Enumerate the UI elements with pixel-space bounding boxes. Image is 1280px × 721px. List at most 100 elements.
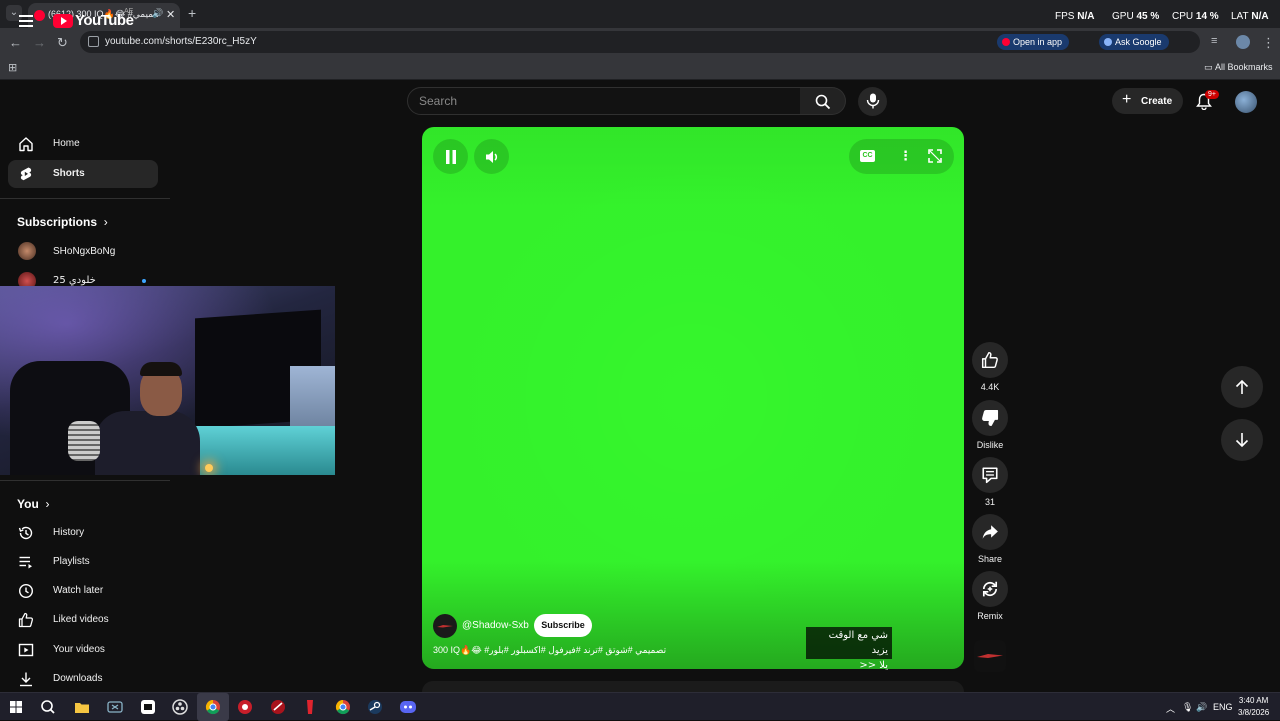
like-icon <box>18 612 34 628</box>
share-label: Share <box>977 554 1003 564</box>
game-launcher-icon[interactable] <box>235 697 255 717</box>
pause-icon <box>446 150 456 164</box>
valorant-icon[interactable] <box>268 697 288 717</box>
more-options-icon[interactable]: ⋮ <box>899 148 912 164</box>
subscription-item-name[interactable]: SHoNgxBoNg <box>53 246 115 257</box>
reading-list-icon[interactable]: ≡ <box>1211 35 1217 47</box>
live-indicator-dot <box>142 279 146 283</box>
like-button[interactable] <box>972 342 1008 378</box>
dislike-label: Dislike <box>976 440 1004 450</box>
shorts-video-player[interactable]: CC ⋮ <box>422 127 964 669</box>
short-channel-avatar[interactable] <box>433 614 457 638</box>
chrome-menu-icon[interactable]: ⋮ <box>1262 35 1275 51</box>
webcam-overlay <box>0 286 335 475</box>
remix-label: Remix <box>977 611 1003 621</box>
pause-button[interactable] <box>433 139 468 174</box>
youtube-app-icon <box>1002 38 1010 46</box>
sidebar-item-your-videos[interactable]: Your videos <box>8 636 158 664</box>
show-hidden-icons-chevron[interactable]: ︿ <box>1166 702 1175 715</box>
profile-avatar-icon[interactable] <box>1236 35 1250 49</box>
thumbs-down-icon <box>982 409 999 427</box>
tab-close-icon[interactable]: ✕ <box>166 8 175 21</box>
arrow-down-icon <box>1235 433 1249 448</box>
obs-icon[interactable] <box>170 697 190 717</box>
perf-gpu: GPU 45 % <box>1112 11 1160 22</box>
open-in-app-button[interactable]: Open in app <box>997 34 1070 50</box>
sidebar-item-liked-videos[interactable]: Liked videos <box>8 606 158 634</box>
ask-google-button[interactable]: Ask Google <box>1099 34 1169 50</box>
search-button[interactable] <box>800 87 846 115</box>
omnibox[interactable]: youtube.com/shorts/E230rc_H5zY Open in a… <box>80 31 1200 53</box>
discord-icon[interactable] <box>398 697 418 717</box>
all-bookmarks-button[interactable]: ▭ All Bookmarks <box>1204 62 1273 73</box>
dislike-button[interactable] <box>972 400 1008 436</box>
sidebar-item-downloads[interactable]: Downloads <box>8 665 158 693</box>
file-explorer-icon[interactable] <box>72 697 92 717</box>
account-avatar[interactable] <box>1235 91 1257 113</box>
next-short-preview <box>422 681 964 692</box>
share-button[interactable] <box>972 514 1008 550</box>
player-top-right-controls: CC ⋮ <box>849 139 954 174</box>
reload-icon[interactable]: ↻ <box>57 35 68 51</box>
short-title[interactable]: 300 IQ🔥😂 #تصميمي #شوتق #ترند #فيرفول #اك… <box>433 645 666 656</box>
youtube-play-logo-icon <box>53 14 73 28</box>
search-box[interactable] <box>407 87 801 115</box>
shorts-icon <box>20 167 32 181</box>
google-lens-icon <box>1104 38 1112 46</box>
taskbar-clock[interactable]: 3:40 AM 3/8/2026 <box>1238 695 1269 719</box>
perf-lat: LAT N/A <box>1231 11 1269 22</box>
player-gradient-overlay <box>422 127 964 669</box>
speaker-tray-icon[interactable]: 🔊 <box>1196 702 1207 713</box>
chrome-icon[interactable] <box>203 697 223 717</box>
url-text[interactable]: youtube.com/shorts/E230rc_H5zY <box>105 36 257 47</box>
you-heading[interactable]: You › <box>17 497 49 511</box>
mute-button[interactable] <box>474 139 509 174</box>
menu-hamburger-icon[interactable] <box>19 15 33 27</box>
apps-grid-icon[interactable]: ⊞ <box>8 61 17 74</box>
download-icon <box>20 672 32 687</box>
sidebar-item-playlists[interactable]: Playlists <box>8 548 158 576</box>
windows-start-icon[interactable] <box>6 697 26 717</box>
sound-thumbnail[interactable] <box>974 640 1006 672</box>
input-language[interactable]: ENG <box>1213 702 1233 712</box>
riot-client-icon[interactable] <box>300 697 320 717</box>
arrow-up-icon <box>1235 379 1249 394</box>
create-button[interactable]: + Create <box>1112 88 1183 114</box>
search-icon[interactable] <box>38 697 58 717</box>
subscriptions-heading[interactable]: Subscriptions › <box>17 215 108 229</box>
channel-avatar[interactable] <box>18 242 36 260</box>
comments-button[interactable] <box>972 457 1008 493</box>
bookmarks-bar: ⊞ ▭ All Bookmarks <box>0 56 1280 80</box>
sidebar-item-history[interactable]: History <box>8 519 158 547</box>
xbox-app-icon[interactable] <box>105 697 125 717</box>
site-info-icon[interactable] <box>88 36 99 47</box>
thumbs-up-icon <box>981 351 998 369</box>
voice-search-button[interactable] <box>858 87 887 116</box>
sidebar-divider <box>0 480 170 481</box>
back-arrow-icon[interactable]: ← <box>9 35 22 50</box>
remix-button[interactable] <box>972 571 1008 607</box>
history-icon <box>18 526 33 540</box>
steam-icon[interactable] <box>365 697 385 717</box>
your-videos-icon <box>18 643 34 657</box>
sidebar-item-shorts[interactable]: Shorts <box>8 160 158 188</box>
search-input[interactable] <box>419 94 779 108</box>
home-icon <box>19 137 33 152</box>
subscribe-button[interactable]: Subscribe <box>534 614 592 637</box>
new-tab-button[interactable]: + <box>188 5 196 21</box>
fullscreen-icon[interactable] <box>928 149 942 163</box>
comment-icon <box>982 467 998 484</box>
chrome-profile-icon[interactable] <box>333 697 353 717</box>
short-channel-name[interactable]: @Shadow-Sxb <box>462 620 529 631</box>
speaker-icon[interactable]: 🔊 <box>152 8 163 19</box>
forward-arrow-icon[interactable]: → <box>33 35 46 50</box>
microphone-tray-icon[interactable]: 🎙 <box>1182 702 1193 713</box>
next-short-button[interactable] <box>1221 419 1263 461</box>
subscription-item-name[interactable]: 25 خلودي <box>53 275 96 286</box>
webcam-lighter-flame <box>205 464 213 472</box>
previous-short-button[interactable] <box>1221 366 1263 408</box>
captions-button[interactable]: CC <box>860 150 875 162</box>
capcut-icon[interactable] <box>138 697 158 717</box>
sidebar-item-home[interactable]: Home <box>8 130 158 158</box>
sidebar-item-watch-later[interactable]: Watch later <box>8 577 158 605</box>
